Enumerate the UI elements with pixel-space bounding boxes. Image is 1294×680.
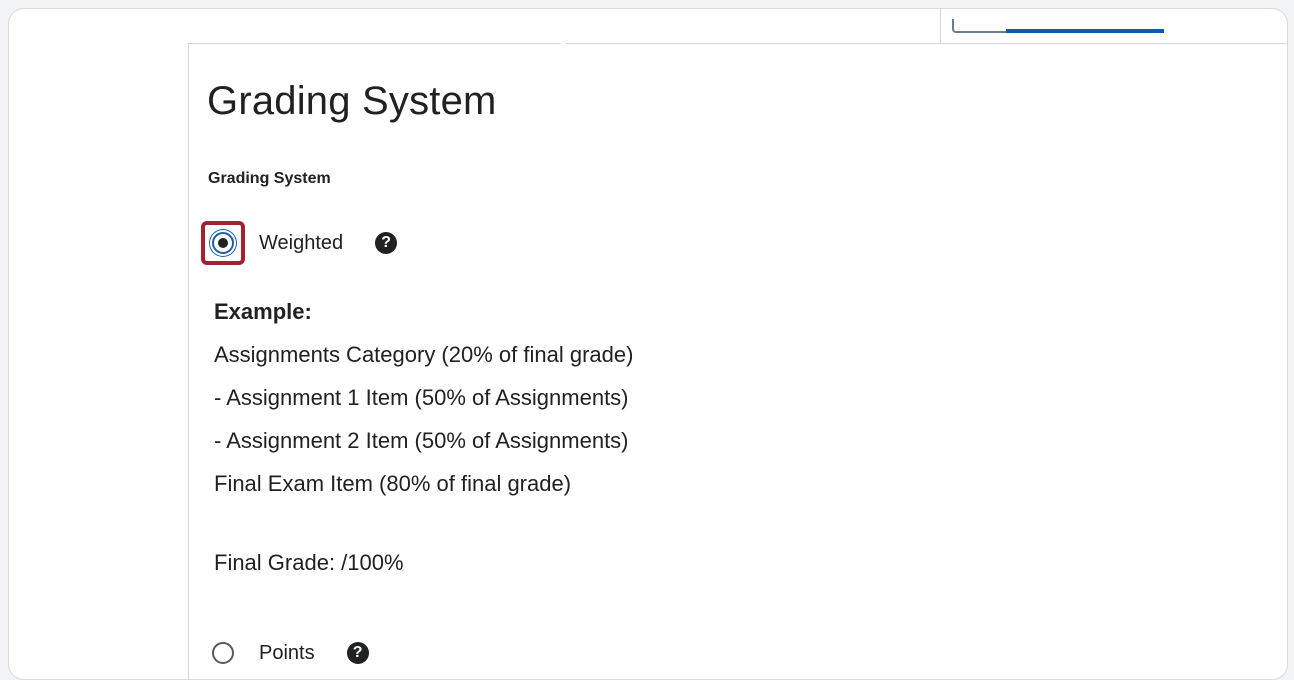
- highlight-box: [201, 221, 245, 265]
- radio-wrapper: [201, 631, 245, 675]
- screenshot-frame: Grading System Grading System Weighted ?…: [8, 8, 1288, 680]
- question-circle-icon[interactable]: ?: [375, 232, 398, 254]
- top-tab-indicator: [952, 19, 1164, 33]
- radio-dot: [218, 238, 228, 248]
- panel-divider: [940, 9, 941, 44]
- example-title: Example:: [214, 299, 312, 324]
- example-line: - Assignment 1 Item (50% of Assignments): [214, 385, 629, 410]
- weighted-example: Example: Assignments Category (20% of fi…: [214, 290, 633, 505]
- weighted-option[interactable]: Weighted ?: [201, 221, 398, 265]
- weighted-label[interactable]: Weighted: [259, 232, 343, 255]
- example-line: Assignments Category (20% of final grade…: [214, 342, 634, 367]
- example-line: Final Exam Item (80% of final grade): [214, 471, 572, 496]
- question-circle-icon[interactable]: ?: [346, 642, 369, 664]
- points-label[interactable]: Points: [259, 642, 315, 665]
- page-title: Grading System: [207, 79, 497, 123]
- final-grade-text: Final Grade: /100%: [214, 550, 404, 575]
- grading-system-label: Grading System: [208, 170, 331, 187]
- weighted-radio[interactable]: [212, 232, 234, 254]
- panel-border-gap: [561, 42, 565, 45]
- points-radio[interactable]: [212, 642, 234, 664]
- example-line: - Assignment 2 Item (50% of Assignments): [214, 428, 629, 453]
- points-option[interactable]: Points ?: [201, 631, 369, 675]
